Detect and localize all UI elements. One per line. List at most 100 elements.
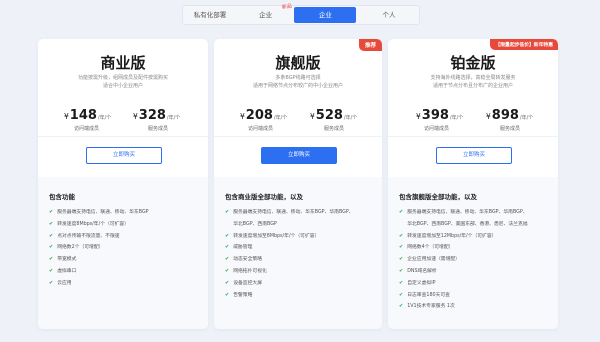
price-label: 访问端成员: [424, 126, 450, 132]
price-amount: 328: [138, 108, 166, 123]
check-icon: ✔: [225, 209, 230, 215]
feature-item: ✔ 服务器端支持电信、联通、移动、华东BGP、华南BGP、: [399, 207, 552, 219]
price-label: 服务成员: [324, 126, 345, 132]
feature-item: ✔ 转发速度增加至12Mbps/年/个（可扩容）: [399, 231, 552, 243]
price-amount: 398: [421, 108, 449, 123]
check-icon: ✔: [49, 220, 54, 227]
feature-item: ✔ 威胁管理: [225, 242, 376, 254]
recommend-ribbon: 推荐: [358, 39, 382, 51]
price-label: 访问端成员: [74, 126, 100, 132]
plan-card-flagship: 推荐 旗舰版 多条BGP线路可选择 适用于网络节点分布较广的中小企业用户 ¥20…: [214, 39, 382, 329]
check-icon: ✔: [399, 232, 404, 239]
plan-card-platinum: 【限量起步低价】新年特惠 铂金版 支持海外线路选择，高稳全局转发服务 适用于节点…: [388, 39, 558, 329]
check-icon: ✔: [49, 256, 54, 263]
feature-item: ✔ 自定义虚拟IP: [399, 278, 552, 290]
price-unit: /年/个: [273, 115, 288, 121]
check-icon: ✔: [399, 244, 404, 251]
check-icon: ✔: [399, 279, 404, 286]
plan-title: 商业版: [100, 54, 146, 72]
plan-desc-line: 支持海外线路选择，高稳全局转发服务: [430, 75, 516, 81]
feature-item: ✔ 转发速度增加至8Mbps/年/个（可扩容）: [225, 231, 376, 243]
tab-label: 企业: [259, 11, 273, 19]
price-unit: /年/个: [97, 115, 112, 121]
feature-item: ✔ 设备监控大屏: [225, 278, 376, 290]
buy-now-button[interactable]: 立即购买: [86, 147, 162, 164]
divider: [214, 136, 382, 137]
tab-personal[interactable]: 个人: [359, 7, 419, 23]
price-access-member: ¥398/年/个: [416, 108, 463, 123]
feature-item: ✔ 网络数4个（可增配）: [399, 242, 552, 254]
price-unit: /年/个: [449, 115, 464, 121]
check-icon: ✔: [399, 291, 404, 298]
price-amount: 528: [315, 108, 343, 123]
feature-item: ✔ 云应用: [49, 278, 202, 290]
features-title: 包含功能: [49, 193, 75, 201]
check-icon: ✔: [225, 279, 230, 286]
features-title: 包含商业版全部功能，以及: [225, 193, 303, 201]
feature-item: ✔ 转发速度8Mbps/年/个（可扩容）: [49, 219, 202, 231]
buy-now-button[interactable]: 立即购买: [261, 147, 337, 164]
plan-description: 支持海外线路选择，高稳全局转发服务 适用于节点分布且分布广的企业用户: [410, 74, 536, 90]
feature-item: ✔ 带宽模式: [49, 254, 202, 266]
check-icon: ✔: [399, 267, 404, 274]
plan-description: 功能按需升级，组网成员及配件按需购买 适合中小企业用户: [60, 74, 186, 90]
check-icon: ✔: [225, 256, 230, 263]
currency-symbol: ¥: [133, 112, 138, 121]
price-amount: 898: [491, 108, 519, 123]
edition-tabs: 私有化部署 企业 新品 企业 个人: [182, 3, 420, 25]
feature-item: ✔华北BGP、西南BGP: [233, 221, 277, 227]
check-icon: ✔: [49, 244, 54, 251]
plan-desc-line: 适用于网络节点分布较广的中小企业用户: [252, 83, 343, 89]
price-label: 服务成员: [148, 126, 169, 132]
price-unit: /年/个: [519, 115, 534, 121]
currency-symbol: ¥: [310, 112, 315, 121]
features-list: ✔ 服务器端支持电信、联通、移动、华东BGP ✔ 转发速度8Mbps/年/个（可扩容…: [49, 207, 202, 290]
plan-description: 多条BGP线路可选择 适用于网络节点分布较广的中小企业用户: [236, 74, 360, 90]
check-icon: ✔: [225, 244, 230, 251]
feature-item: ✔ 虚拟串口: [49, 266, 202, 278]
feature-item: ✔ 告警策略: [225, 290, 376, 302]
plan-desc-line: 适合中小企业用户: [102, 83, 143, 89]
feature-item: ✔ 动态安全策略: [225, 254, 376, 266]
plan-title: 旗舰版: [275, 54, 321, 72]
feature-item: ✔华北BGP、西南BGP、美国东部、香港、悉尼、法兰克福: [407, 221, 528, 227]
feature-item: ✔ DNS域名解析: [399, 266, 552, 278]
check-icon: ✔: [399, 303, 404, 310]
plan-desc-line: 多条BGP线路可选择: [275, 75, 321, 81]
features-list: ✔服务器端支持电信、联通、移动、华东BGP、华南BGP、 ✔华北BGP、西南BG…: [399, 207, 552, 313]
plan-desc-line: 适用于节点分布且分布广的企业用户: [432, 83, 513, 89]
price-service-member: ¥528/年/个: [310, 108, 357, 123]
currency-symbol: ¥: [416, 112, 421, 121]
plan-desc-line: 功能按需升级，组网成员及配件按需购买: [77, 75, 168, 81]
features-list: ✔服务器端支持电信、联通、移动、华东BGP、华南BGP、 ✔华北BGP、西南BG…: [225, 207, 376, 301]
price-amount: 208: [245, 108, 273, 123]
price-unit: /年/个: [166, 115, 181, 121]
feature-item: ✔ 网络数2个（可增配）: [49, 242, 202, 254]
divider: [388, 136, 558, 137]
feature-item: ✔ 服务器端支持电信、联通、移动、华东BGP: [49, 207, 202, 219]
plan-card-business: 商业版 功能按需升级，组网成员及配件按需购买 适合中小企业用户 ¥148/年/个…: [38, 39, 208, 329]
price-unit: /年/个: [343, 115, 358, 121]
feature-item: ✔ 1V1技术专家服务 1次: [399, 301, 552, 313]
tab-private-deploy[interactable]: 私有化部署: [183, 7, 237, 23]
features-title: 包含旗舰版全部功能，以及: [399, 193, 477, 201]
check-icon: ✔: [49, 209, 54, 215]
divider: [38, 136, 208, 137]
tab-enterprise[interactable]: 企业: [294, 7, 357, 23]
buy-now-button[interactable]: 立即购买: [436, 147, 512, 164]
check-icon: ✔: [49, 232, 54, 239]
promo-ribbon: 【限量起步低价】新年特惠: [490, 39, 558, 50]
feature-item: ✔ 服务器端支持电信、联通、移动、华东BGP、华南BGP、: [225, 207, 376, 219]
feature-item: ✔ 网络拓扑可视化: [225, 266, 376, 278]
price-label: 访问端成员: [248, 126, 274, 132]
price-service-member: ¥328/年/个: [133, 108, 180, 123]
check-icon: ✔: [49, 267, 54, 274]
new-badge: 新品: [281, 3, 292, 11]
price-label: 服务成员: [500, 126, 521, 132]
tab-enterprise-new[interactable]: 企业 新品: [240, 3, 292, 23]
check-icon: ✔: [399, 256, 404, 263]
check-icon: ✔: [49, 279, 54, 286]
feature-item: ✔ 日志审查180天可查: [399, 290, 552, 302]
check-icon: ✔: [225, 267, 230, 274]
feature-item: ✔ 企业应用加速（需增配）: [399, 254, 552, 266]
